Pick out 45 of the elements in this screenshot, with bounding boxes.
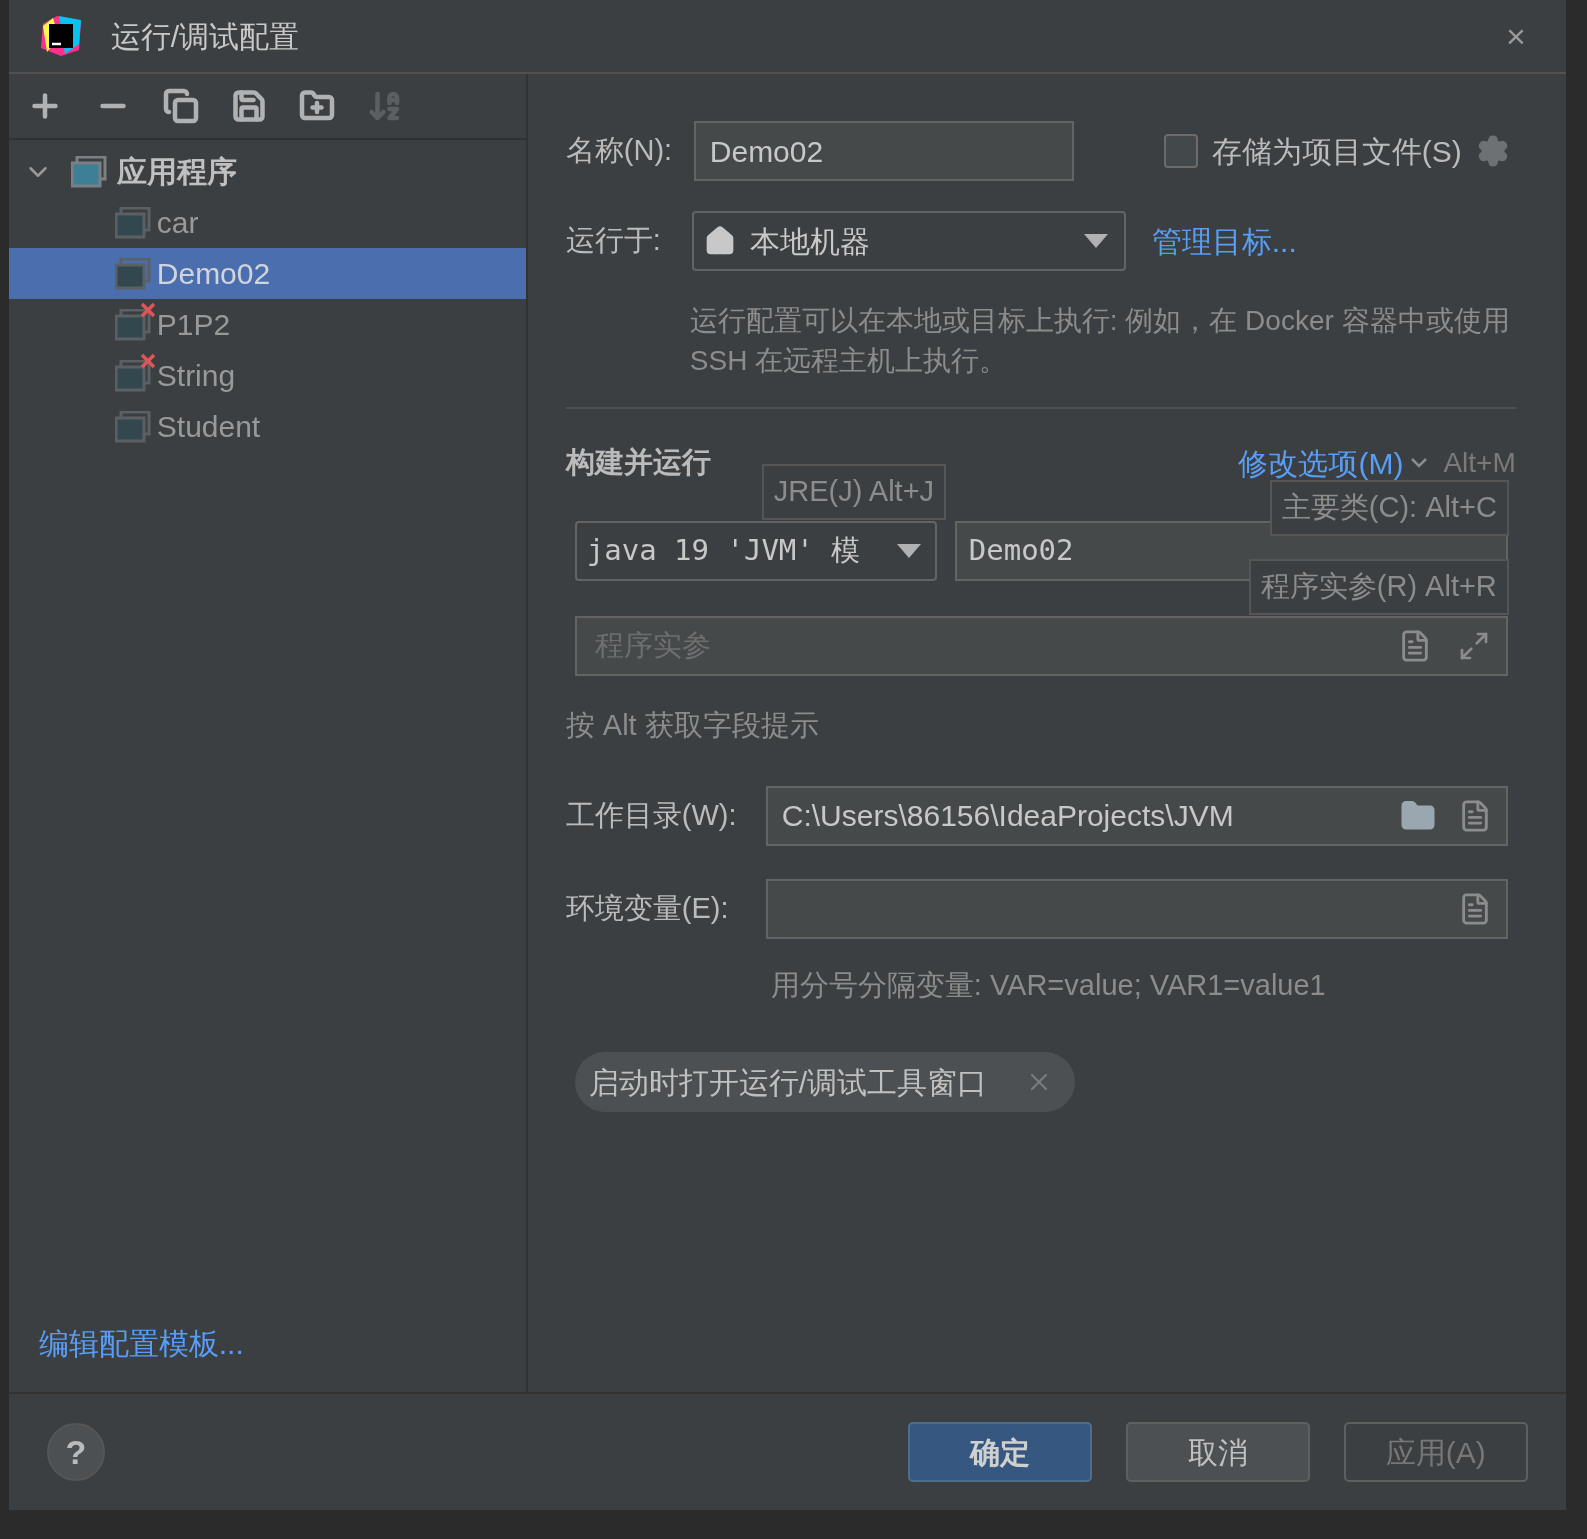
window-icon (70, 155, 107, 188)
checkbox[interactable] (1163, 134, 1198, 168)
chevron-down-icon (1411, 458, 1428, 468)
checkbox-label: 存储为项目文件(S) (1211, 133, 1462, 170)
tree-item[interactable]: Student (8, 401, 526, 452)
tree-group[interactable]: 应用程序 (8, 146, 526, 197)
window-icon (114, 359, 151, 392)
workdir-label: 工作目录(W): (565, 797, 738, 833)
window-icon (114, 206, 151, 239)
tree-item[interactable]: car (8, 197, 526, 248)
shortcut-tooltip: JRE(J) Alt+J (761, 464, 947, 520)
shortcut-tooltip: 程序实参(R) Alt+R (1248, 559, 1509, 615)
save-icon[interactable] (230, 88, 267, 124)
run-on-dropdown[interactable]: 本地机器 (691, 211, 1126, 271)
app-logo-icon (38, 14, 83, 58)
close-button[interactable]: × (1505, 19, 1526, 53)
section-title: 构建并运行 (565, 445, 712, 481)
help-button[interactable]: ? (46, 1423, 105, 1481)
option-chip[interactable]: 启动时打开运行/调试工具窗口 (574, 1052, 1076, 1112)
edit-templates-link[interactable]: 编辑配置模板... (38, 1327, 244, 1360)
name-field[interactable]: Demo02 (693, 121, 1074, 181)
env-hint: 用分号分隔变量: VAR=value; VAR1=value1 (770, 967, 1327, 1003)
tree-item[interactable]: Demo02 (8, 248, 526, 299)
window-icon (114, 410, 151, 443)
run-on-label: 运行于: (565, 223, 662, 259)
window-title: 运行/调试配置 (110, 18, 301, 55)
tree-item[interactable]: P1P2 (8, 299, 526, 350)
name-label: 名称(N): (565, 133, 674, 169)
window-icon (114, 257, 151, 290)
copy-icon[interactable] (162, 88, 199, 124)
manage-targets-link[interactable]: 管理目标... (1151, 218, 1297, 264)
dropdown-arrow-icon (1083, 234, 1108, 248)
env-field[interactable] (765, 878, 1508, 939)
env-label: 环境变量(E): (565, 890, 730, 926)
ok-button[interactable]: 确定 (907, 1422, 1092, 1482)
run-on-hint: 运行配置可以在本地或目标上执行: 例如，在 Docker 容器中或使用 SSH 在远程主机上执行。 (689, 304, 1511, 378)
jre-dropdown[interactable]: java 19 'JVM' 模 (574, 521, 937, 581)
shortcut-hint: Alt+M (1443, 446, 1516, 480)
workdir-field[interactable]: C:\Users\86156\IdeaProjects\JVM (765, 785, 1508, 846)
dropdown-arrow-icon (896, 544, 921, 558)
window-icon (114, 308, 151, 341)
alt-hint: 按 Alt 获取字段提示 (565, 708, 820, 743)
shortcut-tooltip: 主要类(C): Alt+C (1269, 480, 1509, 536)
dialog-button[interactable]: 取消 (1125, 1422, 1310, 1482)
tree-item[interactable]: String (8, 350, 526, 401)
